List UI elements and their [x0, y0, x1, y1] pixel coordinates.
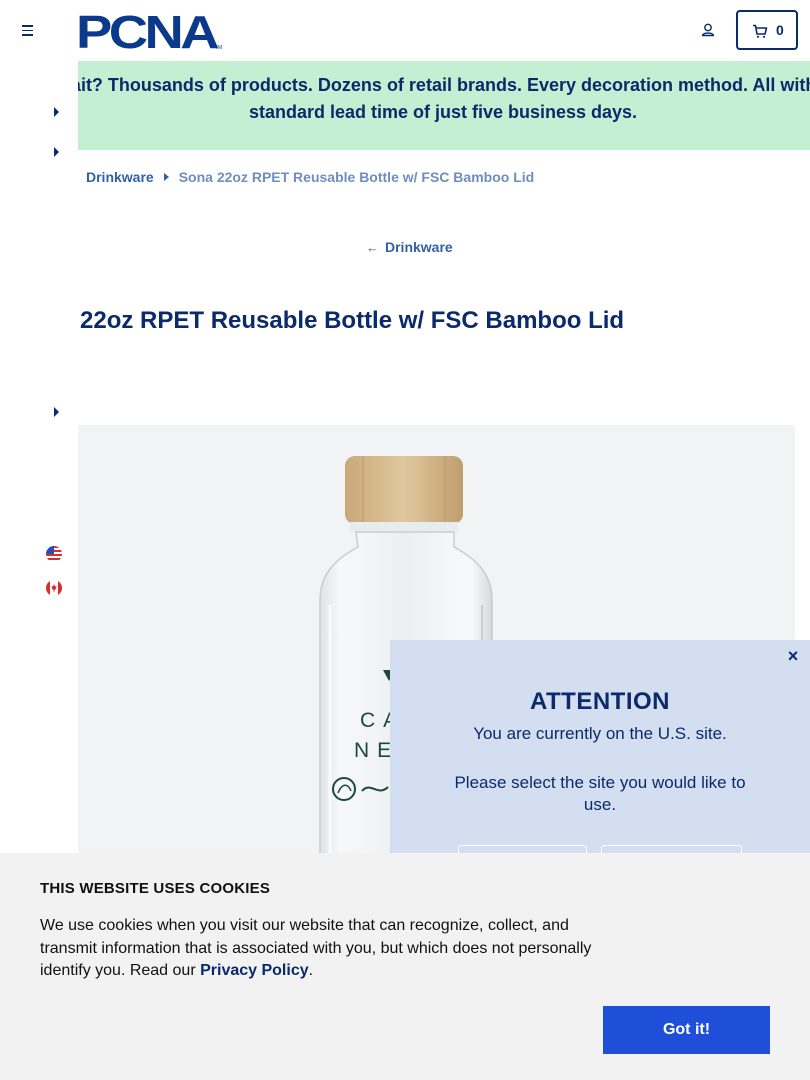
site-header: PCNA TM 0 [0, 0, 810, 60]
hamburger-icon [22, 25, 33, 27]
expand-caret-icon[interactable] [54, 147, 59, 157]
popup-current-site-text: You are currently on the U.S. site. [473, 724, 727, 743]
page: PCNA TM 0 Wait? Thousands of products. D… [0, 0, 810, 1080]
us-flag-icon[interactable] [46, 546, 62, 562]
canada-flag-graphic [46, 580, 62, 596]
breadcrumb-drinkware[interactable]: Drinkware [86, 169, 154, 185]
expand-caret-icon[interactable] [54, 407, 59, 417]
breadcrumb-current[interactable]: Sona 22oz RPET Reusable Bottle w/ FSC Ba… [179, 169, 535, 185]
cookie-text-body: We use cookies when you visit our websit… [40, 917, 592, 979]
user-icon [701, 23, 715, 37]
cart-count: 0 [776, 22, 784, 38]
promo-banner: Wait? Thousands of products. Dozens of r… [78, 61, 810, 150]
privacy-policy-link[interactable]: Privacy Policy [200, 962, 309, 979]
popup-select-site-text: Please select the site you would like to… [454, 773, 746, 814]
cookie-text: We use cookies when you visit our websit… [40, 915, 610, 983]
arrow-left-icon: ← [366, 239, 379, 255]
cart-icon [753, 24, 768, 38]
back-link-label: Drinkware [385, 239, 453, 255]
canada-flag-icon[interactable] [46, 580, 62, 596]
close-icon[interactable]: × [783, 646, 803, 666]
hamburger-icon-bar [22, 29, 33, 32]
breadcrumb-separator-icon [163, 173, 169, 181]
accept-cookies-button[interactable]: Got it! [603, 1006, 770, 1054]
hamburger-icon-bar [22, 34, 33, 36]
cookie-text-end: . [308, 962, 314, 979]
pcna-logo[interactable]: PCNA TM [76, 9, 226, 51]
product-title: 22oz RPET Reusable Bottle w/ FSC Bamboo … [80, 307, 625, 334]
popup-title: ATTENTION [529, 688, 671, 715]
site-select-popup [390, 640, 810, 880]
expand-caret-icon[interactable] [54, 107, 59, 117]
account-button[interactable] [698, 20, 718, 40]
cookie-title: THIS WEBSITE USES COOKIES [40, 880, 271, 897]
logo-trademark: TM [215, 45, 222, 51]
back-to-category-link[interactable]: ← Drinkware [366, 239, 453, 255]
promo-banner-text: Wait? Thousands of products. Dozens of r… [78, 75, 810, 122]
logo-text: PCNA [76, 9, 218, 51]
us-flag-graphic [46, 546, 62, 562]
breadcrumb: Drinkware Sona 22oz RPET Reusable Bottle… [86, 168, 534, 186]
cart-button[interactable]: 0 [736, 10, 798, 50]
menu-button[interactable] [18, 20, 38, 40]
